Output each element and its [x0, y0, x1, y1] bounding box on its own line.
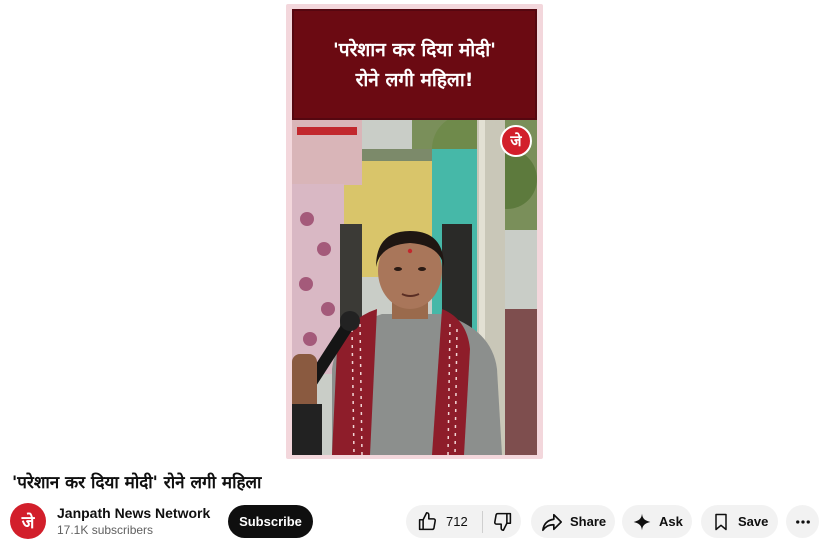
share-label: Share — [570, 514, 607, 529]
ask-button[interactable]: Ask — [622, 505, 692, 538]
channel-owner: जे Janpath News Network 17.1K subscriber… — [10, 501, 210, 539]
like-button[interactable]: 712 — [406, 505, 482, 538]
save-button[interactable]: Save — [701, 505, 778, 538]
subscribe-button[interactable]: Subscribe — [228, 505, 313, 538]
channel-name[interactable]: Janpath News Network — [57, 504, 210, 522]
subscriber-count: 17.1K subscribers — [57, 522, 154, 537]
channel-info: Janpath News Network 17.1K subscribers — [57, 504, 210, 539]
video-banner: 'परेशान कर दिया मोदी' रोने लगी महिला! — [292, 9, 537, 120]
ask-label: Ask — [659, 514, 683, 529]
channel-watermark-logo: जे — [500, 125, 532, 157]
banner-line-1: 'परेशान कर दिया मोदी' — [332, 38, 497, 61]
bookmark-icon — [711, 512, 731, 532]
share-arrow-icon — [541, 511, 563, 533]
banner-line-2: रोने लगी महिला! — [355, 68, 474, 91]
video-title: 'परेशान कर दिया मोदी' रोने लगी महिला — [12, 473, 262, 493]
share-button[interactable]: Share — [531, 505, 615, 538]
video-frame[interactable]: 'परेशान कर दिया मोदी' रोने लगी महिला! जे — [292, 9, 537, 455]
channel-avatar[interactable]: जे — [10, 503, 46, 539]
like-dislike-group: 712 — [406, 505, 521, 538]
more-horizontal-icon — [794, 513, 812, 531]
save-label: Save — [738, 514, 769, 529]
video-player[interactable]: 'परेशान कर दिया मोदी' रोने लगी महिला! जे — [286, 4, 543, 459]
like-count: 712 — [446, 514, 468, 529]
more-actions-button[interactable] — [786, 505, 819, 538]
thumbs-up-icon — [417, 511, 438, 532]
sparkle-icon — [632, 512, 652, 532]
thumbs-down-icon — [492, 511, 513, 532]
dislike-button[interactable] — [483, 505, 521, 538]
